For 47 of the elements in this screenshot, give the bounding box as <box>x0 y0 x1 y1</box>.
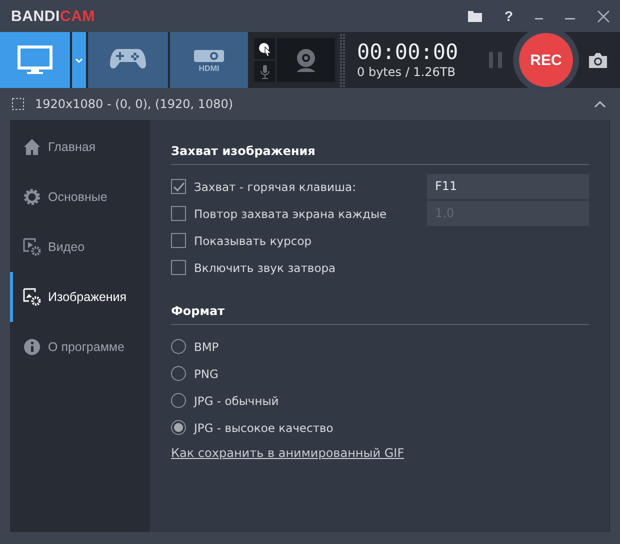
screen-mode-tab[interactable] <box>0 32 70 88</box>
checkbox-option[interactable]: Включить звук затвора <box>171 260 336 275</box>
file-size-text: 0 bytes / 1.26TB <box>357 64 456 80</box>
projector-icon <box>192 48 226 64</box>
video-settings-icon <box>23 238 41 256</box>
checkbox-option[interactable]: Показывать курсор <box>171 233 312 248</box>
folder-icon[interactable] <box>468 10 482 22</box>
microphone-toggle[interactable] <box>254 61 275 82</box>
sidebar-item[interactable]: Основные <box>10 172 150 222</box>
sidebar-item[interactable]: Изображения <box>10 272 150 322</box>
sidebar-item[interactable]: Видео <box>10 222 150 272</box>
info-icon <box>23 338 41 356</box>
input-field[interactable]: F11 <box>427 174 589 199</box>
help-link[interactable]: Как сохранить в анимированный GIF <box>171 446 404 460</box>
image-settings-icon <box>23 288 41 306</box>
logo-text: BANDI <box>11 8 60 24</box>
checkbox-option[interactable]: Захват - горячая клавиша: <box>171 179 356 194</box>
checkbox-option[interactable]: Повтор захвата экрана каждые <box>171 206 387 221</box>
close-icon[interactable] <box>597 10 610 22</box>
selection-area-icon <box>12 98 24 110</box>
record-button[interactable]: REC <box>519 33 573 87</box>
camera-icon[interactable] <box>589 52 607 68</box>
cursor-icon <box>258 42 272 56</box>
level-meter-icon <box>340 34 345 86</box>
home-icon <box>23 138 41 156</box>
collapse-icon[interactable] <box>594 100 606 108</box>
webcam-icon <box>294 48 318 72</box>
chevron-down-icon <box>75 58 83 62</box>
game-mode-tab[interactable] <box>88 32 168 88</box>
microphone-icon <box>260 64 270 78</box>
section-heading: Захват изображения <box>171 144 589 165</box>
radio-option[interactable]: PNG <box>171 360 589 387</box>
sidebar-item[interactable]: Главная <box>10 122 150 172</box>
webcam-button[interactable] <box>277 38 335 82</box>
help-button[interactable]: ? <box>504 8 513 24</box>
timer-display: 00:00:00 <box>357 40 460 64</box>
settings-icon <box>23 188 41 206</box>
radio-option[interactable]: BMP <box>171 333 589 360</box>
section-heading: Формат <box>171 304 589 325</box>
cursor-toggle[interactable] <box>254 38 275 59</box>
logo-text: CAM <box>60 8 96 24</box>
capture-area-text: 1920x1080 - (0, 0), (1920, 1080) <box>35 97 234 111</box>
radio-option[interactable]: JPG - высокое качество <box>171 414 589 441</box>
sidebar-item[interactable]: О программе <box>10 322 150 372</box>
monitor-icon <box>17 45 53 75</box>
checkmark-icon <box>172 182 184 192</box>
radio-option[interactable]: JPG - обычный <box>171 387 589 414</box>
